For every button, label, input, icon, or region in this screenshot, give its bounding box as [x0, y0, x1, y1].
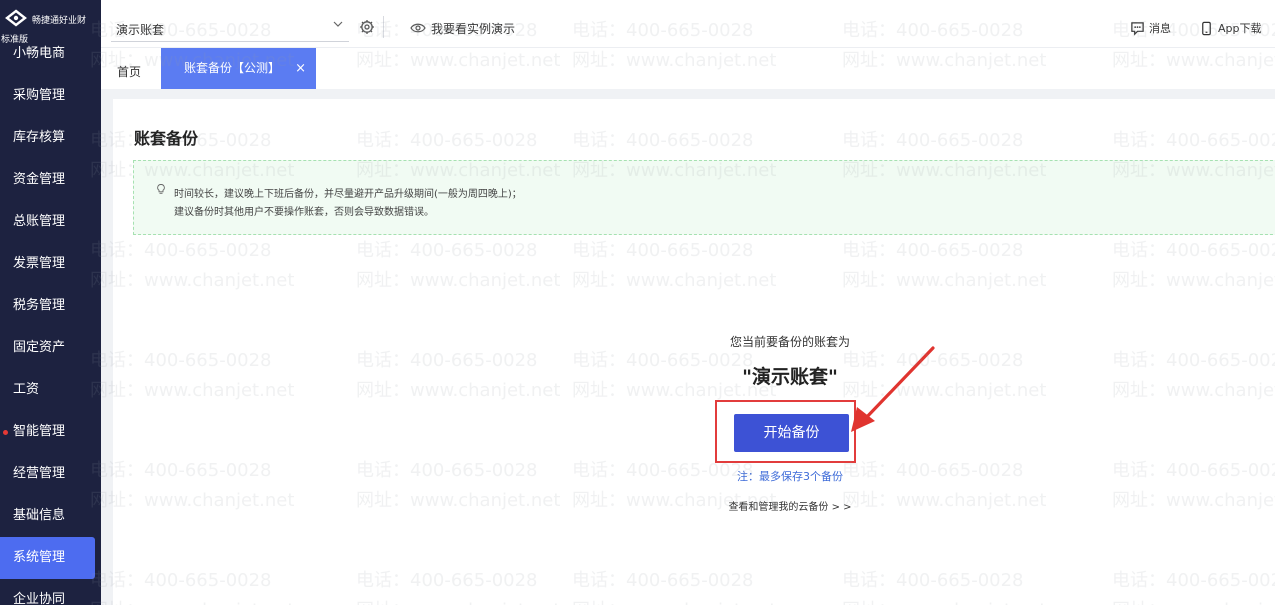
sidebar-item-label: 经营管理 — [13, 466, 66, 481]
start-backup-button[interactable]: 开始备份 — [734, 414, 849, 452]
messages-link[interactable]: 消息 — [1130, 19, 1171, 37]
sidebar-item-label: 总账管理 — [13, 214, 66, 229]
app-download-link[interactable]: App下载 — [1199, 19, 1262, 37]
gear-icon[interactable] — [359, 19, 375, 35]
sidebar-item[interactable]: 税务管理 — [0, 285, 101, 327]
sidebar-menu: 小畅电商采购管理库存核算资金管理总账管理发票管理税务管理固定资产工资智能管理经营… — [0, 33, 101, 605]
sidebar-item-label: 工资 — [13, 382, 40, 397]
backup-limit-note: 注：最多保存3个备份 — [737, 470, 843, 483]
sidebar-item-label: 库存核算 — [13, 130, 66, 145]
notification-dot — [3, 430, 8, 435]
notice-line-2: 建议备份时其他用户不要操作账套，否则会导致数据错误。 — [174, 207, 434, 218]
demo-link-label: 我要看实例演示 — [431, 21, 516, 36]
eye-icon — [410, 23, 426, 33]
tab-account-backup[interactable]: 账套备份【公测】 × — [161, 48, 316, 89]
sidebar-item[interactable]: 固定资产 — [0, 327, 101, 369]
tab-bar: 首页 账套备份【公测】 × — [101, 48, 1275, 89]
sidebar-item-label: 智能管理 — [13, 424, 66, 439]
toolbar-divider — [383, 16, 384, 38]
backup-account-name: "演示账套" — [742, 366, 838, 388]
lightbulb-icon — [157, 184, 165, 194]
sidebar-item[interactable]: 总账管理 — [0, 201, 101, 243]
sidebar-item-label: 采购管理 — [13, 88, 66, 103]
sidebar-item[interactable]: 智能管理 — [0, 411, 101, 453]
message-icon — [1131, 21, 1144, 36]
notice-line-1: 时间较长，建议晚上下班后备份，并尽量避开产品升级期间(一般为周四晚上)； — [174, 189, 522, 200]
cloud-backup-link[interactable]: 查看和管理我的云备份 > > — [673, 498, 907, 513]
sidebar-item-label: 企业协同 — [13, 592, 66, 605]
sidebar-item-label: 发票管理 — [13, 256, 66, 271]
brand-name: 畅捷通好业财 — [32, 16, 87, 26]
sidebar-item-label: 系统管理 — [13, 550, 66, 565]
sidebar-item[interactable]: 采购管理 — [0, 75, 101, 117]
top-bar: 演示账套 我要看实例演示 消息 App下载 — [101, 0, 1275, 48]
main-content: 账套备份 时间较长，建议晚上下班后备份，并尽量避开产品升级期间(一般为周四晚上)… — [113, 99, 1275, 605]
sidebar-item-label: 小畅电商 — [13, 46, 66, 61]
sidebar: 畅捷通好业财 标准版 小畅电商 采购管理 库存核算 资金管理 总账管理 发票管理 税务管理固… — [0, 0, 101, 605]
sidebar-item[interactable]: 系统管理 — [0, 537, 95, 579]
page-title: 账套备份 — [134, 129, 199, 148]
sidebar-item-label: 税务管理 — [13, 298, 66, 313]
sidebar-item[interactable]: 基础信息 — [0, 495, 101, 537]
chevron-down-icon — [333, 21, 343, 27]
sidebar-item[interactable]: 资金管理 — [0, 159, 101, 201]
sidebar-item-label: 固定资产 — [13, 340, 66, 355]
highlight-box: 开始备份 — [715, 400, 856, 463]
account-select[interactable]: 演示账套 — [111, 12, 349, 42]
account-select-value: 演示账套 — [116, 23, 165, 37]
sidebar-item[interactable]: 库存核算 — [0, 117, 101, 159]
notice-box: 时间较长，建议晚上下班后备份，并尽量避开产品升级期间(一般为周四晚上)； 建议备… — [133, 160, 1275, 235]
sidebar-item[interactable]: 发票管理 — [0, 243, 101, 285]
tab-close-icon[interactable]: × — [295, 48, 306, 89]
backup-prompt: 您当前要备份的账套为 — [729, 335, 850, 349]
app-download-label: App下载 — [1218, 22, 1262, 35]
tab-home[interactable]: 首页 — [117, 63, 141, 80]
sidebar-item-label: 基础信息 — [13, 508, 66, 523]
sidebar-item[interactable]: 工资 — [0, 369, 101, 411]
sidebar-item[interactable]: 经营管理 — [0, 453, 101, 495]
phone-icon — [1202, 21, 1211, 35]
sidebar-item[interactable]: 企业协同 — [0, 579, 101, 605]
brand-logo-icon — [5, 9, 27, 27]
sidebar-item[interactable]: 小畅电商 — [0, 33, 101, 75]
demo-link[interactable]: 我要看实例演示 — [410, 19, 515, 37]
messages-label: 消息 — [1149, 22, 1171, 35]
tab-account-backup-label: 账套备份【公测】 — [184, 61, 281, 75]
sidebar-item-label: 资金管理 — [13, 172, 66, 187]
